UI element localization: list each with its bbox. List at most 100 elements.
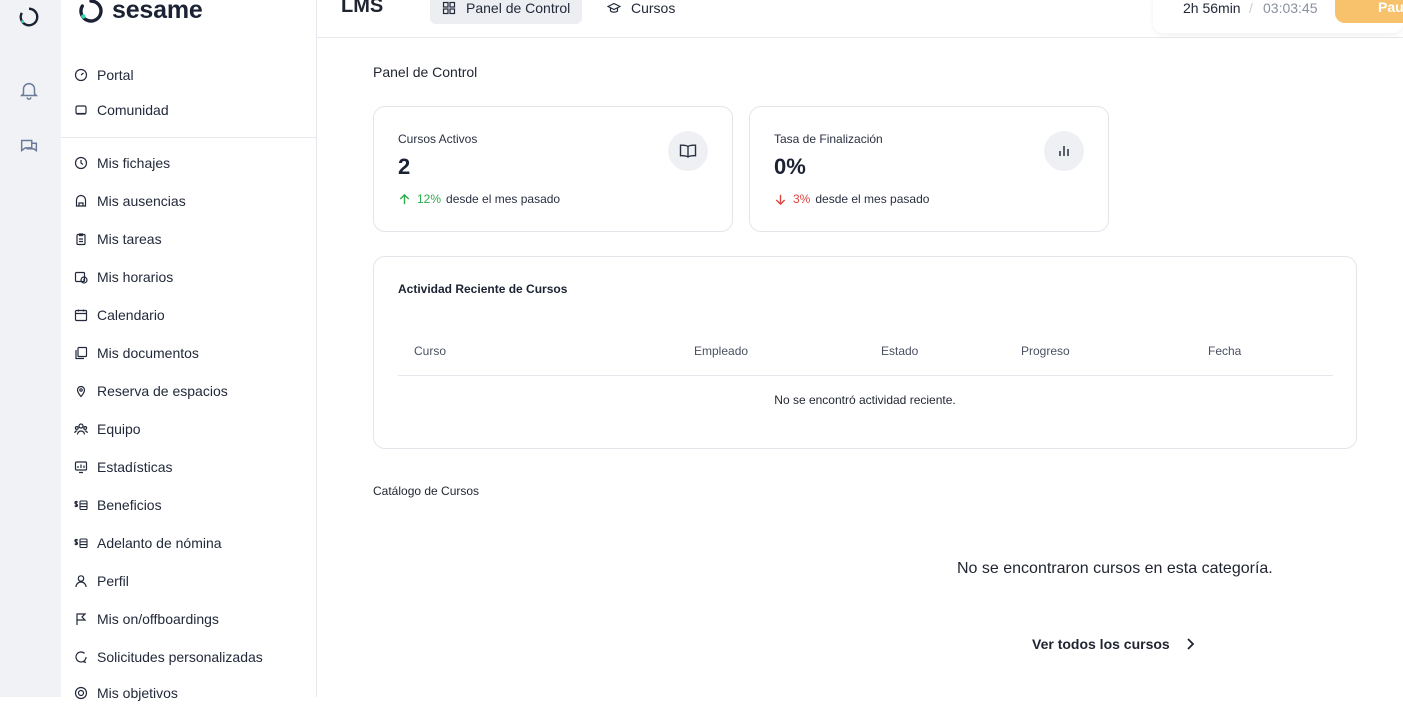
sidebar-item-label: Mis on/offboardings [97,611,219,627]
absence-icon [74,194,88,208]
column-header-progreso[interactable]: Progreso [1021,344,1070,358]
sidebar-item-mis-fichajes[interactable]: Mis fichajes [74,151,170,175]
schedule-icon [74,270,88,284]
see-all-label: Ver todos los cursos [1032,636,1170,652]
documents-icon [74,346,88,360]
sidebar-item-label: Adelanto de nómina [97,535,222,551]
sidebar-item-beneficios[interactable]: Beneficios [74,493,162,517]
graduation-icon [607,2,621,13]
sidebar-item-mis-horarios[interactable]: Mis horarios [74,265,173,289]
card-trend: 12% desde el mes pasado [398,192,560,206]
column-header-fecha[interactable]: Fecha [1208,344,1241,358]
sidebar-item-solicitudes-personalizadas[interactable]: Solicitudes personalizadas [74,645,263,669]
chevron-right-icon [1187,638,1194,650]
pause-button[interactable]: Pau [1335,0,1403,23]
team-icon [74,422,88,436]
sidebar-item-label: Solicitudes personalizadas [97,649,263,665]
catalog-title: Catálogo de Cursos [373,484,480,498]
arrow-up-icon [399,193,410,204]
brand-logo-icon [79,0,103,23]
sidebar-item-mis-tareas[interactable]: Mis tareas [74,227,162,251]
sidebar-item-mis-ausencias[interactable]: Mis ausencias [74,189,186,213]
column-header-empleado[interactable]: Empleado [694,344,748,358]
gauge-icon [74,68,88,82]
worked-time: 2h 56min [1183,0,1241,16]
grid-icon [442,1,456,15]
sidebar-item-estadisticas[interactable]: Estadísticas [74,455,172,479]
sidebar-item-label: Beneficios [97,497,162,513]
main-content: Panel de Control Cursos Activos 2 12% de… [317,38,1403,697]
recent-activity-panel: Actividad Reciente de Cursos Curso Emple… [373,256,1357,449]
sidebar-item-label: Comunidad [97,102,169,118]
book-icon [668,131,708,171]
see-all-courses-link[interactable]: Ver todos los cursos [1032,636,1198,652]
activity-title: Actividad Reciente de Cursos [398,282,568,296]
request-icon [74,650,88,664]
sidebar-item-perfil[interactable]: Perfil [74,569,129,593]
target-icon [74,686,88,700]
column-header-curso[interactable]: Curso [414,344,446,358]
card-trend: 3% desde el mes pasado [774,192,929,206]
tab-label: Cursos [631,0,676,16]
community-icon [74,103,88,117]
sidebar-item-portal[interactable]: Portal [74,63,134,87]
icon-rail [0,0,61,697]
sidebar-item-adelanto-de-nomina[interactable]: Adelanto de nómina [74,531,222,555]
card-title: Tasa de Finalización [774,132,883,146]
user-icon [74,574,88,588]
sidebar-item-label: Calendario [97,307,165,323]
time-tracker: 2h 56min / 03:03:45 Pau [1153,0,1403,33]
stats-icon [74,460,88,474]
sidebar-item-label: Estadísticas [97,459,173,475]
brand[interactable]: sesame [78,0,203,25]
clipboard-icon [74,232,88,246]
sidebar-item-reserva-de-espacios[interactable]: Reserva de espacios [74,379,228,403]
pin-icon [74,384,88,398]
empty-activity-message: No se encontró actividad reciente. [774,393,956,407]
brand-name: sesame [112,0,203,24]
trend-value: 12% [417,192,442,206]
onboarding-icon [74,612,88,626]
sidebar-item-equipo[interactable]: Equipo [74,417,141,441]
trend-text: desde el mes pasado [446,192,561,206]
top-bar: LMS Panel de Control Cursos 2h 56min / 0… [317,0,1403,38]
sidebar-item-mis-objetivos[interactable]: Mis objetivos [74,681,178,705]
app-title: LMS [341,0,384,17]
calendar-icon [74,308,88,322]
sidebar-item-label: Mis documentos [97,345,199,361]
bell-icon[interactable] [17,78,41,102]
tab-cursos[interactable]: Cursos [595,0,687,24]
card-value: 0% [774,154,806,179]
sidebar: sesame Portal Comunidad Mis fichajes Mis… [61,0,317,701]
card-value: 2 [398,154,411,179]
sidebar-item-calendario[interactable]: Calendario [74,303,165,327]
payroll-icon [74,536,88,550]
card-cursos-activos: Cursos Activos 2 12% desde el mes pasado [373,106,733,232]
sidebar-item-label: Portal [97,67,134,83]
card-title: Cursos Activos [398,132,478,146]
logo-icon[interactable] [17,5,41,29]
clock-icon [74,156,88,170]
sidebar-item-label: Mis objetivos [97,685,178,701]
empty-catalog-message: No se encontraron cursos en esta categor… [957,560,1273,577]
sidebar-divider [61,137,317,138]
timer-separator: / [1249,0,1253,16]
sidebar-item-label: Mis fichajes [97,155,171,171]
sidebar-item-label: Mis horarios [97,269,174,285]
sidebar-item-comunidad[interactable]: Comunidad [74,98,169,122]
chat-icon[interactable] [17,134,41,158]
sidebar-item-mis-documentos[interactable]: Mis documentos [74,341,199,365]
sidebar-item-label: Perfil [97,573,129,589]
card-tasa-de-finalizacion: Tasa de Finalización 0% 3% desde el mes … [749,106,1109,232]
sidebar-item-mis-onoffboardings[interactable]: Mis on/offboardings [74,607,219,631]
clock-time: 03:03:45 [1263,0,1318,16]
bar-chart-icon [1044,131,1084,171]
sidebar-item-label: Equipo [97,421,141,437]
trend-value: 3% [793,192,811,206]
trend-text: desde el mes pasado [815,192,930,206]
sidebar-item-label: Mis ausencias [97,193,186,209]
tab-panel-de-control[interactable]: Panel de Control [430,0,583,24]
arrow-down-icon [775,194,786,205]
column-header-estado[interactable]: Estado [881,344,918,358]
sidebar-item-label: Reserva de espacios [97,383,228,399]
